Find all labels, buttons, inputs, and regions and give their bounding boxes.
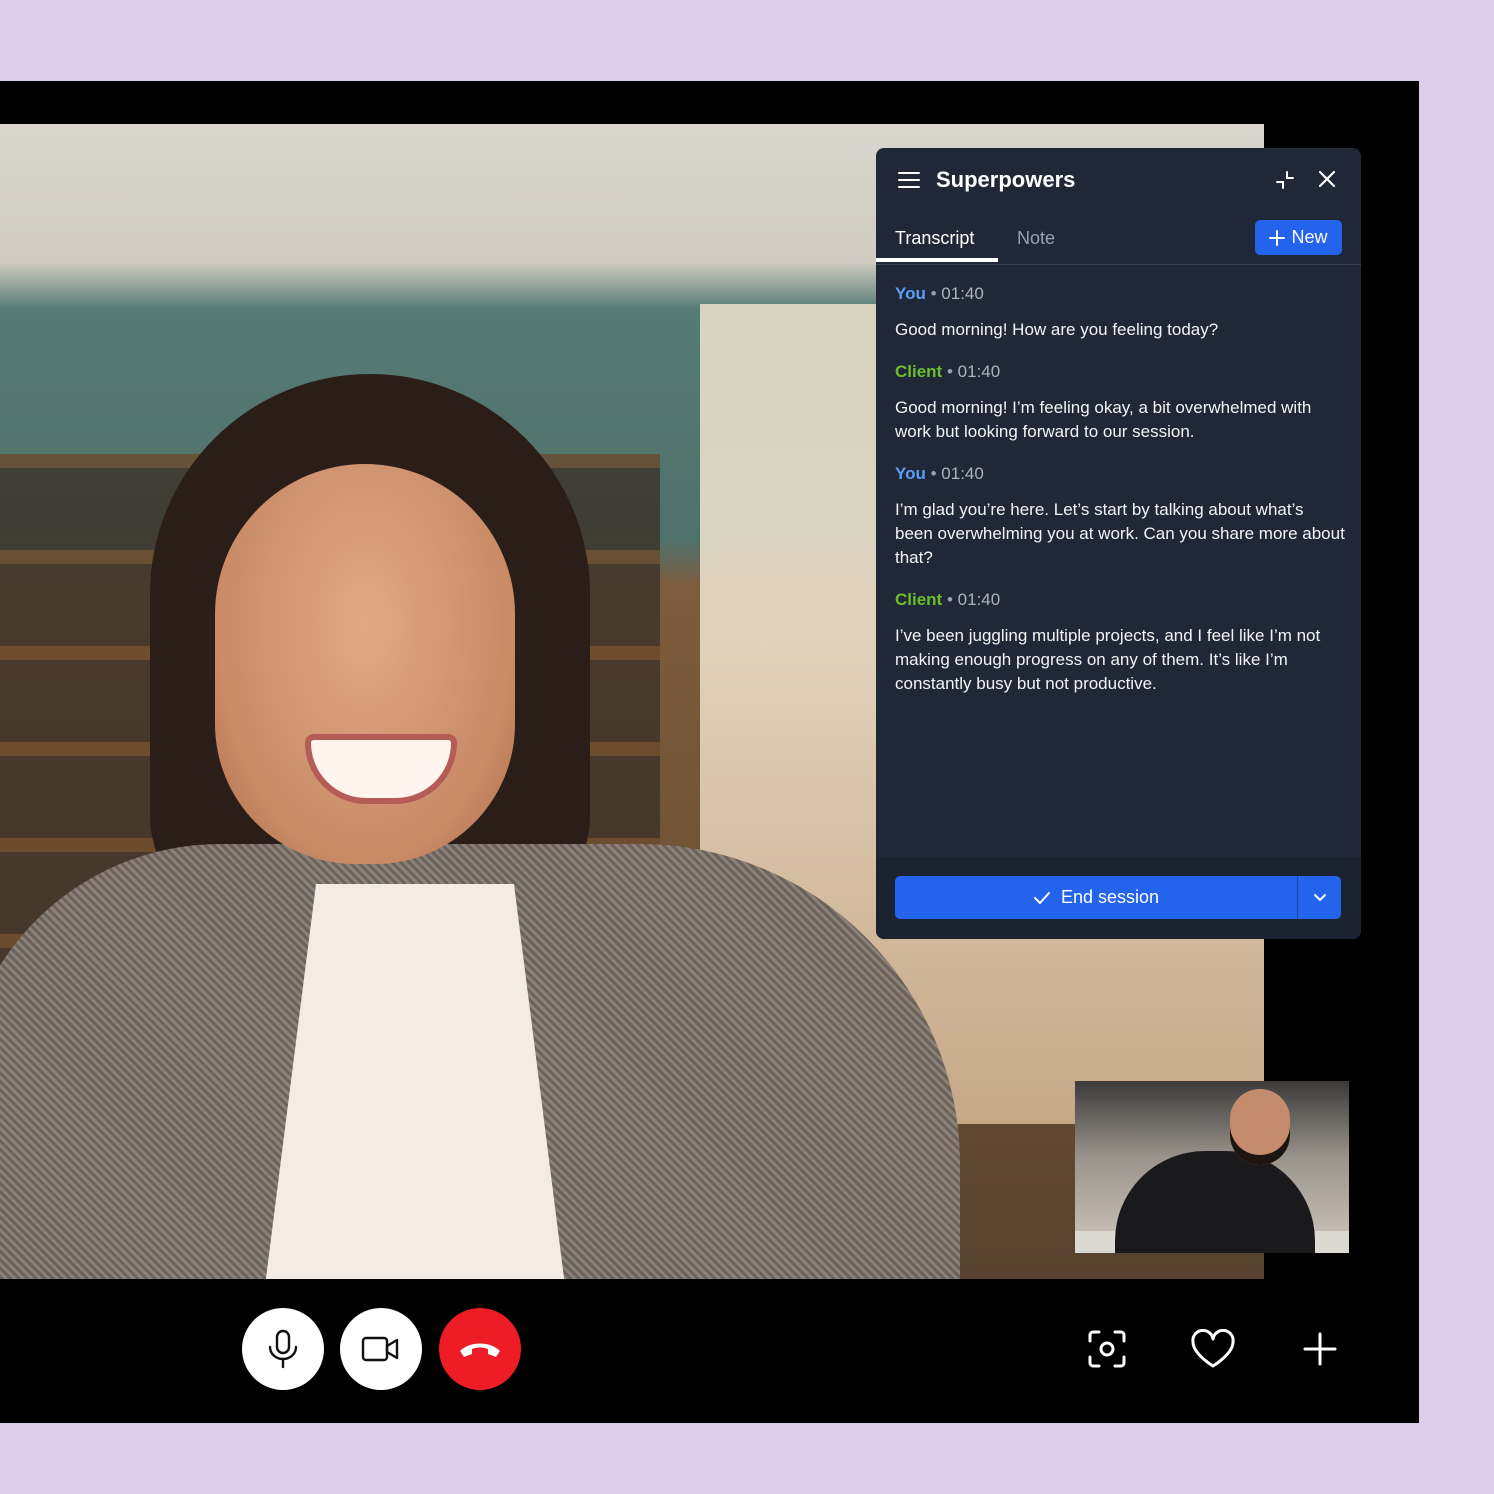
self-view-video[interactable] bbox=[1075, 1081, 1349, 1253]
panel-footer: End session bbox=[876, 857, 1361, 939]
minimize-icon[interactable] bbox=[1275, 170, 1295, 190]
transcript-message: You • 01:40 I’m glad you’re here. Let’s … bbox=[895, 464, 1345, 570]
panel-header: Superpowers bbox=[876, 148, 1361, 212]
message-meta: You • 01:40 bbox=[895, 284, 1345, 306]
panel-tabs: Transcript Note New bbox=[876, 212, 1361, 265]
check-icon bbox=[1033, 891, 1050, 904]
message-meta: Client • 01:40 bbox=[895, 590, 1345, 612]
transcript-message: You • 01:40 Good morning! How are you fe… bbox=[895, 284, 1345, 342]
message-time: 01:40 bbox=[957, 590, 1001, 609]
message-speaker: You bbox=[895, 464, 926, 483]
message-time: 01:40 bbox=[941, 284, 984, 303]
favorite-button[interactable] bbox=[1190, 1326, 1236, 1372]
microphone-icon bbox=[268, 1329, 298, 1369]
camera-button[interactable] bbox=[340, 1308, 422, 1390]
end-session-split-button: End session bbox=[895, 876, 1341, 919]
add-button[interactable] bbox=[1297, 1326, 1343, 1372]
video-camera-icon bbox=[361, 1336, 399, 1362]
end-session-dropdown[interactable] bbox=[1298, 876, 1341, 919]
transcript-message: Client • 01:40 I’ve been juggling multip… bbox=[895, 590, 1345, 696]
participant-face bbox=[215, 464, 515, 864]
message-meta: You • 01:40 bbox=[895, 464, 1345, 486]
message-separator: • bbox=[946, 590, 953, 609]
message-speaker: Client bbox=[895, 362, 943, 381]
tab-note[interactable]: Note bbox=[1017, 228, 1055, 249]
panel-title: Superpowers bbox=[936, 167, 1076, 192]
menu-icon[interactable] bbox=[897, 170, 921, 190]
self-view-head bbox=[1230, 1089, 1290, 1165]
hang-up-icon bbox=[460, 1343, 500, 1357]
add-icon bbox=[1303, 1332, 1337, 1366]
screenshot-icon bbox=[1088, 1330, 1126, 1368]
message-meta: Client • 01:40 bbox=[895, 362, 1345, 384]
self-view-suit bbox=[1115, 1151, 1315, 1253]
message-text: I’m glad you’re here. Let’s start by tal… bbox=[895, 500, 1345, 567]
transcript-message: Client • 01:40 Good morning! I’m feeling… bbox=[895, 362, 1345, 444]
end-session-button[interactable]: End session bbox=[895, 876, 1297, 919]
message-separator: • bbox=[930, 464, 937, 483]
end-session-label: End session bbox=[1060, 887, 1160, 907]
close-icon[interactable] bbox=[1317, 169, 1337, 189]
message-separator: • bbox=[930, 284, 937, 303]
tab-transcript[interactable]: Transcript bbox=[895, 228, 974, 249]
message-text: Good morning! How are you feeling today? bbox=[895, 320, 1219, 339]
message-speaker: Client bbox=[895, 590, 943, 609]
message-separator: • bbox=[946, 362, 953, 381]
new-button-label: New bbox=[1291, 227, 1328, 247]
screenshot-button[interactable] bbox=[1084, 1326, 1130, 1372]
message-time: 01:40 bbox=[941, 464, 984, 483]
transcript-list: You • 01:40 Good morning! How are you fe… bbox=[895, 284, 1345, 716]
active-tab-indicator bbox=[876, 258, 998, 262]
new-button[interactable]: New bbox=[1255, 220, 1342, 255]
message-time: 01:40 bbox=[957, 362, 1001, 381]
plus-icon bbox=[1269, 229, 1286, 246]
message-text: Good morning! I’m feeling okay, a bit ov… bbox=[895, 398, 1312, 441]
mute-button[interactable] bbox=[242, 1308, 324, 1390]
heart-icon bbox=[1191, 1329, 1235, 1368]
message-speaker: You bbox=[895, 284, 926, 303]
hang-up-button[interactable] bbox=[439, 1308, 521, 1390]
superpowers-panel: Superpowers Transcript Note New You • 01… bbox=[876, 148, 1361, 939]
chevron-down-icon bbox=[1313, 893, 1326, 901]
message-text: I’ve been juggling multiple projects, an… bbox=[895, 626, 1321, 693]
